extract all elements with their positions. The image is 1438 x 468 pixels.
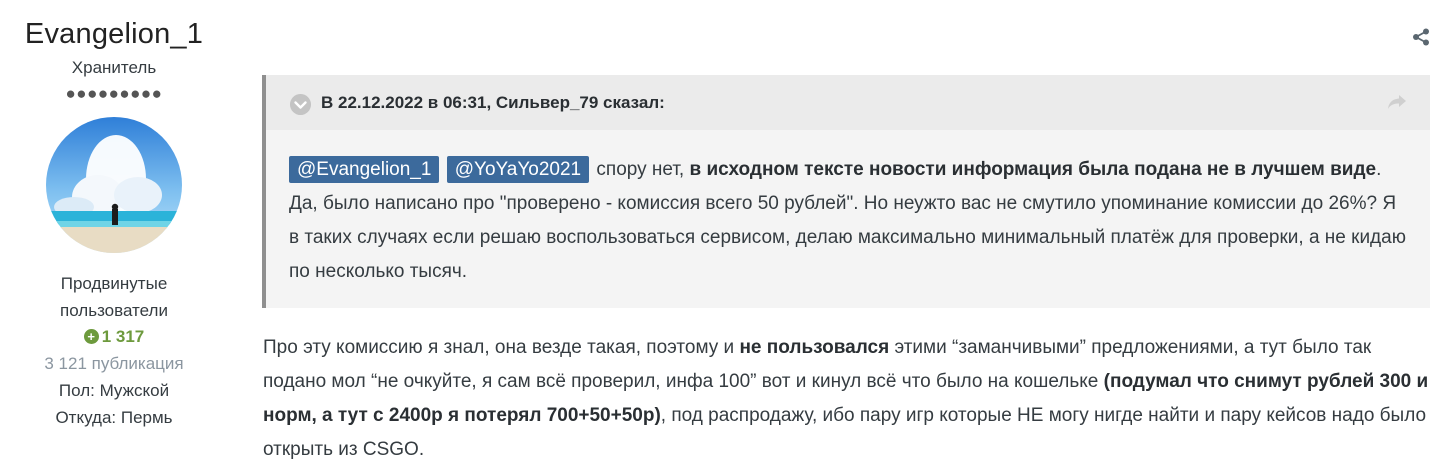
author-group: Продвинутые пользователи (0, 270, 228, 324)
plus-circle-icon: + (83, 329, 99, 344)
author-panel: Evangelion_1 Хранитель ●●●●●●●●● Продвин… (0, 0, 228, 431)
author-group-line1: Продвинутые (60, 274, 168, 293)
chevron-down-icon[interactable] (290, 94, 311, 115)
author-location: Откуда: Пермь (55, 408, 173, 427)
quote-block: В 22.12.2022 в 06:31, Сильвер_79 сказал:… (262, 75, 1430, 308)
avatar[interactable] (46, 117, 182, 253)
post-content: Про эту комиссию я знал, она везде такая… (263, 331, 1435, 467)
author-name[interactable]: Evangelion_1 (0, 17, 228, 51)
post-text-bold1: не пользовался (739, 337, 890, 358)
quote-header: В 22.12.2022 в 06:31, Сильвер_79 сказал: (266, 75, 1430, 130)
share-icon[interactable] (1412, 28, 1430, 46)
quote-text-bold: в исходном тексте новости информация был… (689, 159, 1377, 180)
post-count[interactable]: 3 121 публикация (0, 350, 228, 377)
quote-citation[interactable]: В 22.12.2022 в 06:31, Сильвер_79 сказал: (321, 92, 665, 114)
rank-pips: ●●●●●●●●● (65, 84, 163, 103)
mention-yoyayo[interactable]: @YoYaYo2021 (446, 156, 590, 183)
quote-text-a: спору нет, (591, 159, 690, 180)
author-gender: Пол: Мужской (58, 381, 170, 400)
quote-content: @Evangelion_1 @YoYaYo2021 спору нет, в и… (266, 130, 1430, 289)
post-text-part1: Про эту комиссию я знал, она везде такая… (263, 337, 740, 358)
reputation-value: 1 317 (101, 327, 145, 346)
author-group-line2: пользователи (60, 301, 168, 320)
reputation-badge[interactable]: +1 317 (0, 324, 228, 350)
author-rank: Хранитель (71, 58, 157, 77)
reply-arrow-icon[interactable] (1386, 93, 1408, 111)
mention-evangelion[interactable]: @Evangelion_1 (289, 156, 440, 183)
